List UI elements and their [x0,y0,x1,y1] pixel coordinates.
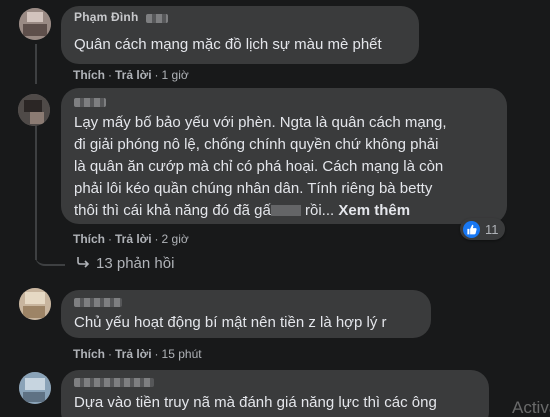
timestamp[interactable]: 2 giờ [162,232,189,246]
reply-button[interactable]: Trả lời [115,68,152,82]
avatar[interactable] [19,372,51,404]
timestamp[interactable]: 15 phút [162,347,202,361]
comment-bubble: Phạm Đình Quân cách mạng mặc đồ lịch sự … [61,6,419,64]
view-replies-link[interactable]: 13 phản hồi [76,255,174,272]
comment-text: Dựa vào tiền truy nã mà đánh giá năng lự… [74,394,437,411]
timestamp[interactable]: 1 giờ [162,68,189,82]
thumbs-up-icon [463,220,480,238]
comment-author[interactable]: Phạm Đình [74,10,138,24]
reply-arrow-icon [76,255,90,272]
avatar[interactable] [18,94,50,126]
comment-bubble: Dựa vào tiền truy nã mà đánh giá năng lự… [61,370,489,417]
author-name-blur [74,98,106,107]
thread-line [35,44,37,84]
author-name-blur [74,378,154,387]
comment-actions: Thích · Trả lời · 1 giờ [73,68,189,82]
author-name-blur [146,14,168,23]
like-button[interactable]: Thích [73,232,105,246]
thread-line [35,126,37,260]
activation-watermark: Activat [512,398,550,417]
comment-text: Lạy mấy bố bảo yếu với phèn. Ngta là quâ… [74,114,447,219]
like-button[interactable]: Thích [73,347,105,361]
reaction-count: 11 [485,221,499,237]
see-more-link[interactable]: Xem thêm [338,202,410,219]
comment-text: Quân cách mạng mặc đồ lịch sự màu mè phế… [74,36,382,53]
comment-actions: Thích · Trả lời · 15 phút [73,347,202,361]
comment-text: Chủ yếu hoạt động bí mật nên tiền z là h… [74,314,387,331]
comment-actions: Thích · Trả lời · 2 giờ [73,232,189,246]
like-button[interactable]: Thích [73,68,105,82]
redacted-text [270,205,301,216]
avatar[interactable] [19,288,51,320]
reply-button[interactable]: Trả lời [115,347,152,361]
reaction-summary[interactable]: 11 [460,218,505,240]
avatar[interactable] [19,8,51,40]
comment-bubble: Lạy mấy bố bảo yếu với phèn. Ngta là quâ… [61,88,507,224]
comments-panel: Phạm Đình Quân cách mạng mặc đồ lịch sự … [0,0,550,417]
thread-branch [35,250,65,266]
reply-button[interactable]: Trả lời [115,232,152,246]
author-name-blur [74,298,122,307]
comment-bubble: Chủ yếu hoạt động bí mật nên tiền z là h… [61,290,431,338]
